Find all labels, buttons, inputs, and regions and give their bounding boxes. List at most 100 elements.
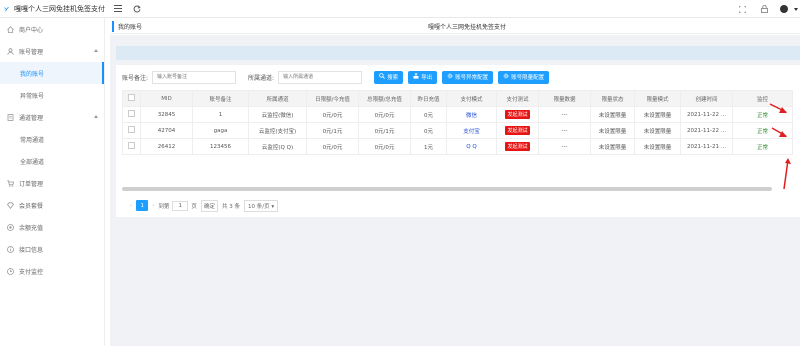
row-checkbox[interactable]: [122, 122, 141, 139]
limit-config-button[interactable]: 账号限量配置: [498, 70, 550, 84]
created-cell: 2021-11-21 ...: [680, 138, 733, 155]
column-header[interactable]: MID: [140, 90, 193, 107]
sidebar-item-membership[interactable]: 会员套餐: [0, 194, 104, 216]
channel-input[interactable]: [278, 70, 363, 84]
limit-mode-cell: 未设置限量: [634, 122, 681, 139]
avatar[interactable]: [780, 5, 788, 13]
sidebar-item-all-channels[interactable]: 全部通道: [0, 150, 104, 172]
abnormal-config-button-label: 账号异常配置: [455, 75, 489, 81]
pay-test-cell: 发起测试: [496, 122, 539, 139]
page-number-current[interactable]: 1: [136, 200, 149, 211]
created-cell: 2021-11-22 ...: [680, 106, 733, 123]
abnormal-config-button[interactable]: 账号异常配置: [442, 70, 494, 84]
sidebar-item-payment-monitor[interactable]: 支付监控: [0, 260, 104, 282]
limit-status-cell: 未设置限量: [590, 106, 635, 123]
remark-cell: 1: [192, 106, 249, 123]
remark-input[interactable]: [152, 70, 237, 84]
home-icon: [6, 25, 14, 33]
annotation-arrows: [769, 103, 791, 190]
export-button[interactable]: 导出: [408, 70, 438, 84]
goto-confirm-button[interactable]: 确定: [200, 199, 218, 212]
sidebar-item-merchant-center[interactable]: 商户中心: [0, 18, 104, 40]
column-header[interactable]: 昨日充值: [410, 90, 447, 107]
annotation-arrow-2: [771, 127, 787, 137]
menu-icon[interactable]: [112, 3, 124, 15]
export-icon: [413, 72, 419, 81]
sidebar-item-label: 通道管理: [19, 114, 44, 122]
pay-mode-cell: 微信: [446, 106, 497, 123]
column-header[interactable]: 限量模式: [634, 90, 681, 107]
table-row: 32845 1 云监控(微信) 0元/0元 0元/0元 0元 微信 发起测试 -…: [122, 106, 793, 123]
sidebar-item-my-accounts[interactable]: 我的账号: [0, 62, 104, 84]
refresh-icon[interactable]: [131, 3, 143, 15]
total-limit-cell: 0元/1元: [358, 122, 411, 139]
search-button[interactable]: 搜索: [374, 70, 404, 84]
sidebar-item-label: 订单管理: [19, 180, 44, 188]
diamond-icon: [6, 201, 14, 209]
sidebar-item-common-channels[interactable]: 常用通道: [0, 128, 104, 150]
doc-icon: [6, 113, 14, 121]
chevron-up-icon: [94, 115, 98, 118]
lock-icon[interactable]: [758, 3, 770, 15]
page-unit-label: 页: [191, 203, 197, 210]
test-button[interactable]: 发起测试: [505, 142, 530, 151]
sidebar-item-recharge[interactable]: 余额充值: [0, 216, 104, 238]
limit-mode-cell: 未设置限量: [634, 138, 681, 155]
tab-my-accounts[interactable]: 我的账号: [112, 21, 142, 32]
app-title: 嘎嘎个人三网免挂机免签支付: [14, 4, 105, 13]
mid-cell: 32845: [140, 106, 193, 123]
total-limit-cell: 0元/0元: [358, 106, 411, 123]
next-page-icon[interactable]: ›: [152, 203, 154, 209]
page-size-select[interactable]: 10 条/页 ▾: [243, 199, 279, 212]
goto-page-input[interactable]: 1: [172, 200, 189, 211]
pay-mode-cell: Q Q: [446, 138, 497, 155]
main-content: 账号备注: 所属通道: 搜索 导出 账号异常配置: [110, 35, 800, 346]
search-icon: [379, 73, 385, 81]
filter-bar: 账号备注: 所属通道: 搜索 导出 账号异常配置: [122, 70, 554, 84]
pagination: ‹ 1 › 到第 1 页 确定 共 3 条 10 条/页 ▾: [126, 199, 279, 212]
sidebar-item-orders[interactable]: 订单管理: [0, 172, 104, 194]
pay-test-cell: 发起测试: [496, 106, 539, 123]
sidebar-item-api-info[interactable]: 接口信息: [0, 238, 104, 260]
sidebar-item-account-management[interactable]: 账号管理: [0, 40, 104, 62]
column-header[interactable]: 支付测试: [496, 90, 539, 107]
sidebar-item-abnormal-accounts[interactable]: 异常账号: [0, 84, 104, 106]
column-header[interactable]: 支付模式: [446, 90, 497, 107]
daily-limit-cell: 0元/0元: [306, 106, 359, 123]
pay-test-cell: 发起测试: [496, 138, 539, 155]
horizontal-scrollbar[interactable]: [122, 187, 772, 191]
sidebar-item-label: 商户中心: [19, 26, 44, 34]
fullscreen-icon[interactable]: [736, 3, 748, 15]
sidebar-item-channel-management[interactable]: 通道管理: [0, 106, 104, 128]
sidebar-item-label: 接口信息: [19, 246, 44, 254]
prev-page-icon[interactable]: ‹: [130, 203, 132, 209]
annotation-arrow-3: [783, 158, 791, 190]
yesterday-cell: 1元: [410, 138, 447, 155]
logo-icon: [4, 6, 9, 11]
created-cell: 2021-11-22 ...: [680, 122, 733, 139]
sidebar-item-label: 支付监控: [19, 268, 44, 276]
accounts-table: MID 账号备注 所属通道 日限额/今充值 总限额/总充值 昨日充值 支付模式 …: [122, 90, 793, 155]
chevron-down-icon[interactable]: [794, 7, 798, 11]
column-header[interactable]: 限量状态: [590, 90, 635, 107]
column-header[interactable]: 限量数据: [538, 90, 591, 107]
select-all-checkbox[interactable]: [122, 90, 141, 107]
column-header[interactable]: 总限额/总充值: [358, 90, 411, 107]
column-header[interactable]: 所属通道: [248, 90, 307, 107]
row-checkbox[interactable]: [122, 138, 141, 155]
tab-strip: 我的账号 嘎嘎个人三网免挂机免签支付: [110, 19, 800, 34]
row-checkbox[interactable]: [122, 106, 141, 123]
pay-mode-cell: 支付宝: [446, 122, 497, 139]
limit-status-cell: 未设置限量: [590, 122, 635, 139]
chevron-up-icon: [94, 49, 98, 52]
column-header[interactable]: 日限额/今充值: [306, 90, 359, 107]
limit-data-cell: ---: [538, 138, 591, 155]
test-button[interactable]: 发起测试: [505, 126, 530, 135]
channel-label: 所属通道:: [248, 74, 275, 82]
caret-down-icon: ▾: [271, 203, 275, 210]
column-header[interactable]: 账号备注: [192, 90, 249, 107]
yesterday-cell: 0元: [410, 122, 447, 139]
column-header[interactable]: 创建时间: [680, 90, 733, 107]
accounts-panel: 账号备注: 所属通道: 搜索 导出 账号异常配置: [116, 65, 800, 217]
test-button[interactable]: 发起测试: [505, 110, 530, 119]
